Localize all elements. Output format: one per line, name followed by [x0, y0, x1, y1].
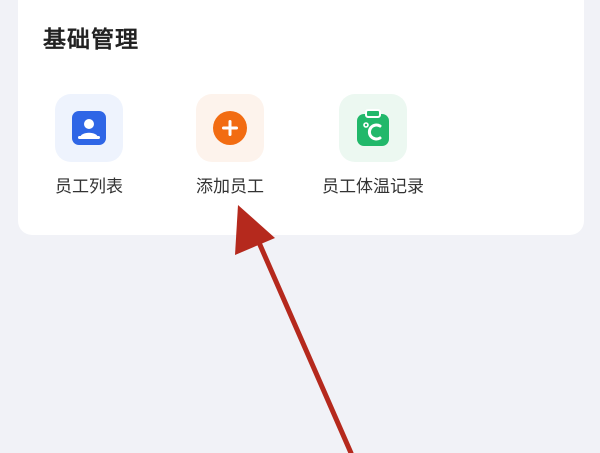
employee-list-button[interactable]: 员工列表: [14, 92, 164, 202]
employee-temperature-button[interactable]: 员工体温记录: [298, 92, 448, 202]
section-title: 基础管理: [43, 27, 139, 53]
add-employee-button[interactable]: 添加员工: [155, 92, 305, 202]
employee-temperature-label: 员工体温记录: [322, 177, 424, 197]
temperature-clipboard-icon: [353, 108, 393, 148]
plus-circle-icon: [210, 108, 250, 148]
employee-list-label: 员工列表: [55, 177, 123, 197]
add-employee-label: 添加员工: [196, 177, 264, 197]
person-card-icon: [69, 108, 109, 148]
